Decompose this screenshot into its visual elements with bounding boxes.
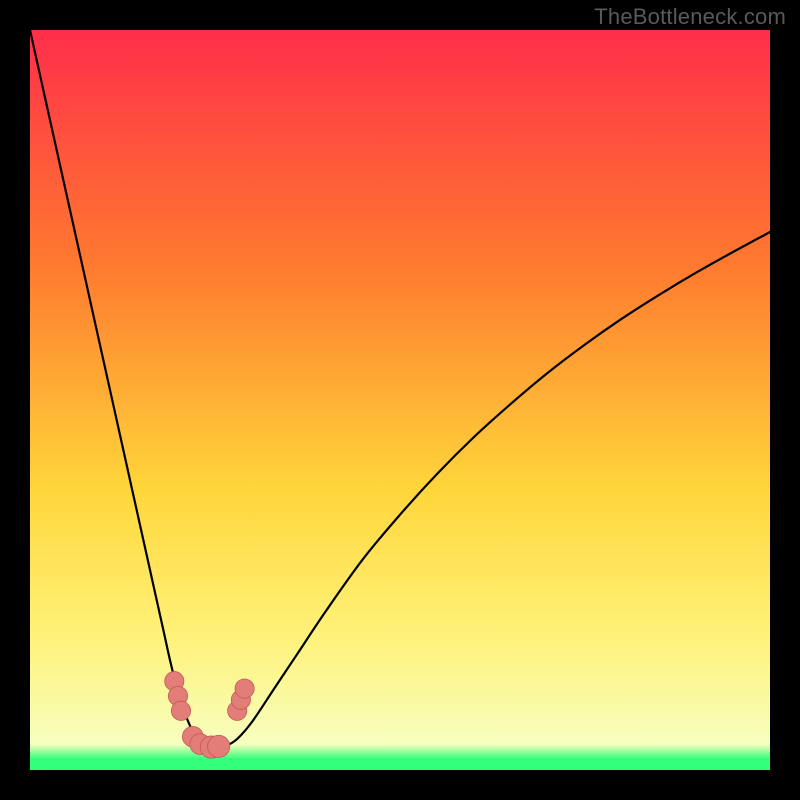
data-marker — [208, 735, 230, 757]
watermark-text: TheBottleneck.com — [594, 4, 786, 30]
gradient-background — [30, 30, 770, 770]
chart-frame: TheBottleneck.com — [0, 0, 800, 800]
plot-area — [30, 30, 770, 770]
data-marker — [171, 701, 190, 720]
bottleneck-chart — [30, 30, 770, 770]
data-marker — [235, 679, 254, 698]
